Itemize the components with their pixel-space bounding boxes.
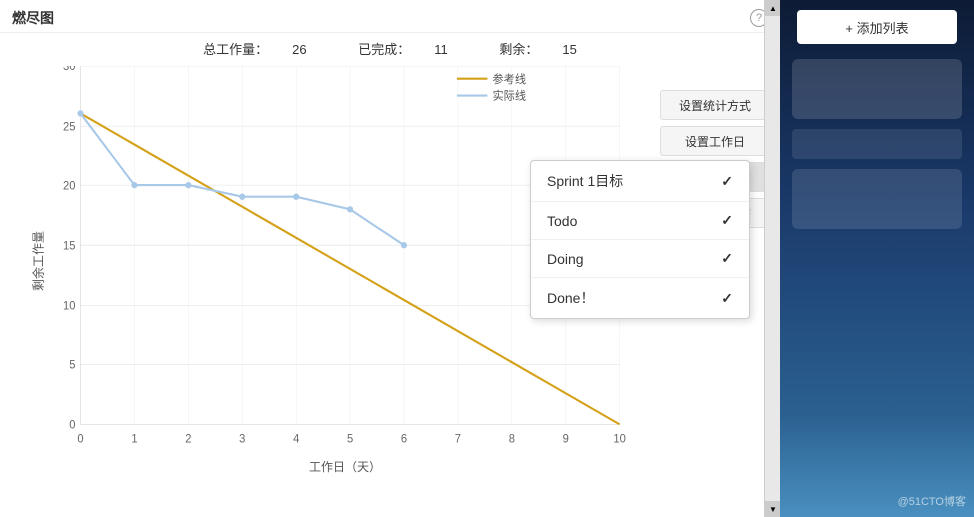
svg-text:2: 2 [185, 433, 191, 445]
dropdown-item-doing[interactable]: Doing ✓ [531, 240, 749, 278]
chart-header: 燃尽图 ? ▲ [0, 0, 780, 33]
svg-text:实际线: 实际线 [493, 89, 527, 103]
chart-panel: 燃尽图 ? ▲ 总工作量：26 已完成：11 剩余：15 剩余工作量 [0, 0, 780, 517]
right-panel: + 添加列表 @51CTO博客 [780, 0, 974, 517]
scroll-up-btn[interactable]: ▲ [765, 0, 781, 16]
dropdown-item-done-label: Done！ [547, 288, 721, 308]
dropdown-item-done-check: ✓ [721, 290, 733, 307]
svg-text:9: 9 [563, 433, 569, 445]
chart-title: 燃尽图 [12, 8, 54, 28]
set-workday-button[interactable]: 设置工作日 [660, 126, 770, 156]
remaining-label: 剩余：15 [487, 42, 588, 57]
svg-text:10: 10 [613, 433, 625, 445]
total-label: 总工作量：26 [191, 42, 322, 57]
sidebar-card-2 [792, 129, 962, 159]
x-axis-label: 工作日（天） [50, 458, 640, 475]
y-axis-label: 剩余工作量 [30, 231, 47, 291]
dropdown-panel: Sprint 1目标 ✓ Todo ✓ Doing ✓ Done！ ✓ [530, 160, 750, 319]
svg-text:参考线: 参考线 [493, 72, 527, 86]
dropdown-item-todo-label: Todo [547, 213, 721, 229]
dropdown-item-done[interactable]: Done！ ✓ [531, 278, 749, 318]
dropdown-item-todo[interactable]: Todo ✓ [531, 202, 749, 240]
svg-text:25: 25 [63, 121, 75, 133]
svg-text:3: 3 [239, 433, 245, 445]
dropdown-item-doing-label: Doing [547, 251, 721, 267]
svg-text:5: 5 [69, 359, 75, 371]
svg-text:6: 6 [401, 433, 407, 445]
svg-text:0: 0 [69, 419, 75, 431]
svg-text:30: 30 [63, 66, 75, 73]
add-list-button[interactable]: + 添加列表 [797, 10, 957, 44]
watermark: @51CTO博客 [898, 493, 966, 509]
chart-stats: 总工作量：26 已完成：11 剩余：15 [0, 33, 780, 62]
svg-text:0: 0 [77, 433, 83, 445]
scroll-down-btn[interactable]: ▼ [765, 501, 781, 517]
sidebar-card-1 [792, 59, 962, 119]
svg-text:4: 4 [293, 433, 299, 445]
svg-text:10: 10 [63, 300, 75, 312]
set-stats-method-button[interactable]: 设置统计方式 [660, 90, 770, 120]
dropdown-item-sprint[interactable]: Sprint 1目标 ✓ [531, 161, 749, 202]
dropdown-item-sprint-check: ✓ [721, 173, 733, 190]
svg-text:5: 5 [347, 433, 353, 445]
sidebar-card-3 [792, 169, 962, 229]
svg-text:8: 8 [509, 433, 515, 445]
svg-text:7: 7 [455, 433, 461, 445]
dropdown-item-sprint-label: Sprint 1目标 [547, 171, 721, 191]
dropdown-item-doing-check: ✓ [721, 250, 733, 267]
completed-label: 已完成：11 [346, 42, 463, 57]
svg-text:20: 20 [63, 180, 75, 192]
svg-text:1: 1 [131, 433, 137, 445]
scrollbar: ▲ ▼ [764, 0, 780, 517]
svg-text:15: 15 [63, 240, 75, 252]
dropdown-item-todo-check: ✓ [721, 212, 733, 229]
